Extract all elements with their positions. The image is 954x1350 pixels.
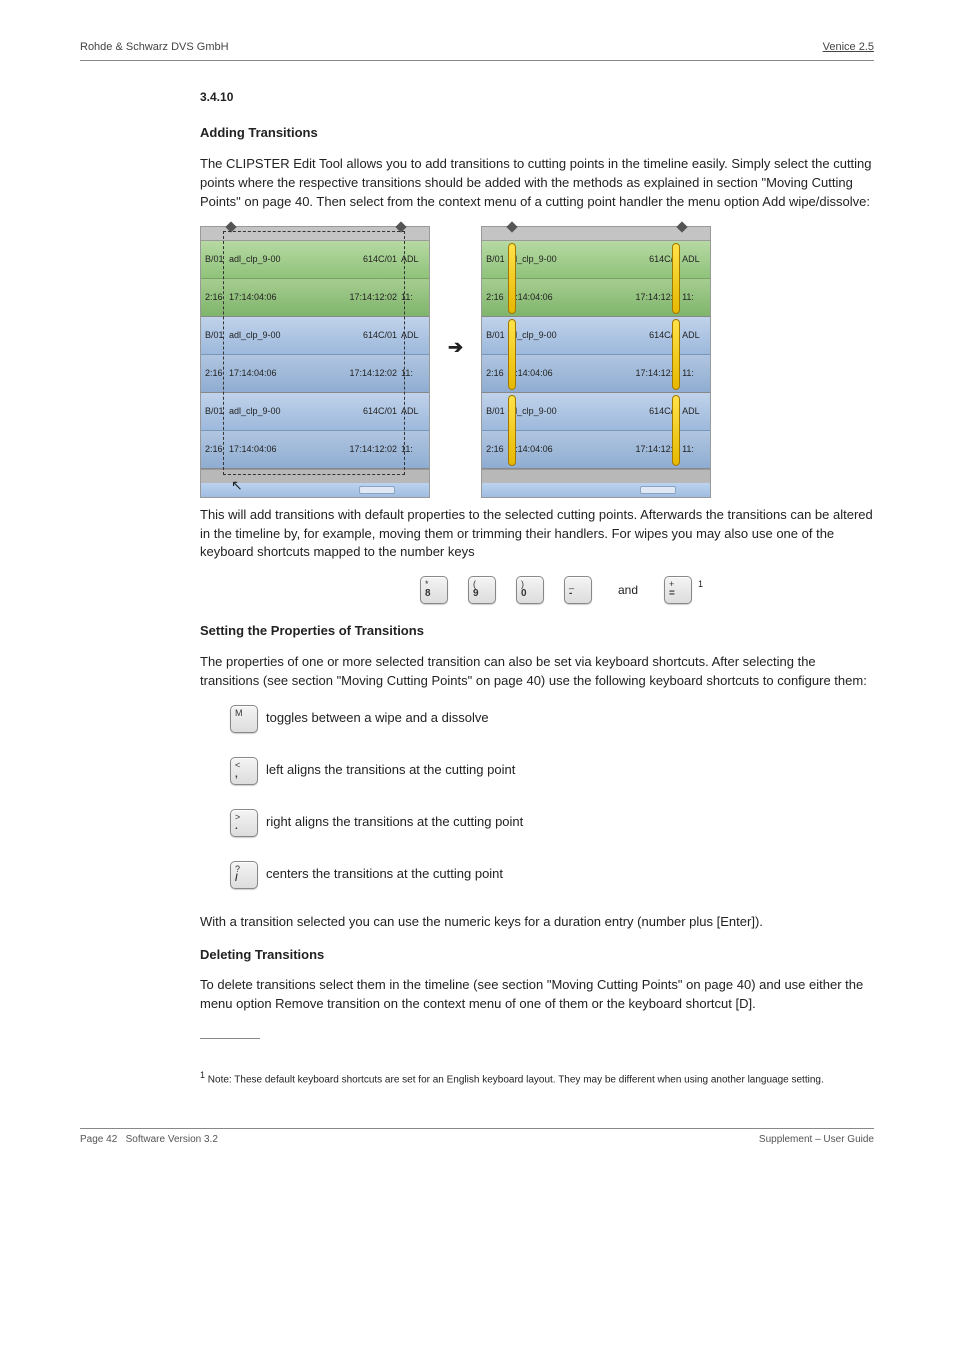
- header-rule: [80, 60, 874, 61]
- key-equals: +=: [664, 576, 692, 604]
- footnote: 1 Note: These default keyboard shortcuts…: [200, 1069, 874, 1088]
- properties-title: Setting the Properties of Transitions: [200, 622, 874, 641]
- shortcut-list: M toggles between a wipe and a dissolve …: [230, 705, 874, 889]
- shortcut-text: centers the transitions at the cutting p…: [266, 865, 503, 884]
- transition-marker: [672, 243, 680, 314]
- page-header: Rohde & Schwarz DVS GmbH Venice 2.5: [80, 40, 874, 56]
- header-left: Rohde & Schwarz DVS GmbH: [80, 40, 229, 56]
- page-footer: Page 42 Software Version 3.2 Supplement …: [80, 1129, 874, 1148]
- after-bullets-para: With a transition selected you can use t…: [200, 913, 874, 932]
- timeline-figure: B/01 adl_clp_9-00 614C/01 ADL 2:16 17:14…: [200, 226, 874, 498]
- delete-title: Deleting Transitions: [200, 946, 874, 965]
- transition-marker: [672, 319, 680, 390]
- key-slash: ?/: [230, 861, 258, 889]
- shortcut-text: toggles between a wipe and a dissolve: [266, 709, 489, 728]
- transition-marker: [508, 243, 516, 314]
- key-minus: _-: [564, 576, 592, 604]
- footer-right: Supplement – User Guide: [759, 1133, 874, 1148]
- shortcut-item: <, left aligns the transitions at the cu…: [230, 757, 874, 785]
- key-8: *8: [420, 576, 448, 604]
- shortcut-text: right aligns the transitions at the cutt…: [266, 813, 523, 832]
- key-less: <,: [230, 757, 258, 785]
- timeline-after: B/01 dl_clp_9-00 614C/0 ADL 2:16 7:14:04…: [481, 226, 711, 498]
- shortcut-text: left aligns the transitions at the cutti…: [266, 761, 515, 780]
- section-number: 3.4.10: [200, 89, 874, 106]
- section-title: Adding Transitions: [200, 124, 874, 143]
- transition-marker: [508, 395, 516, 466]
- footnote-rule: [200, 1038, 260, 1039]
- key-greater: >.: [230, 809, 258, 837]
- key-m: M: [230, 705, 258, 733]
- delete-paragraph: To delete transitions select them in the…: [200, 976, 874, 1014]
- intro-paragraph: The CLIPSTER Edit Tool allows you to add…: [200, 155, 874, 212]
- explain-paragraph: This will add transitions with default p…: [200, 506, 874, 563]
- properties-paragraph: The properties of one or more selected t…: [200, 653, 874, 691]
- arrow-icon: ➔: [448, 334, 463, 360]
- header-right: Venice 2.5: [823, 40, 874, 56]
- key-9: (9: [468, 576, 496, 604]
- shortcut-item: >. right aligns the transitions at the c…: [230, 809, 874, 837]
- and-label: and: [618, 582, 638, 599]
- footer-left: Page 42 Software Version 3.2: [80, 1133, 218, 1148]
- shortcut-item: ?/ centers the transitions at the cuttin…: [230, 861, 874, 889]
- transition-marker: [672, 395, 680, 466]
- transition-marker: [508, 319, 516, 390]
- key-row: *8 (9 )0 _- and += 1: [420, 576, 874, 604]
- key-0: )0: [516, 576, 544, 604]
- timeline-before: B/01 adl_clp_9-00 614C/01 ADL 2:16 17:14…: [200, 226, 430, 498]
- shortcut-item: M toggles between a wipe and a dissolve: [230, 705, 874, 733]
